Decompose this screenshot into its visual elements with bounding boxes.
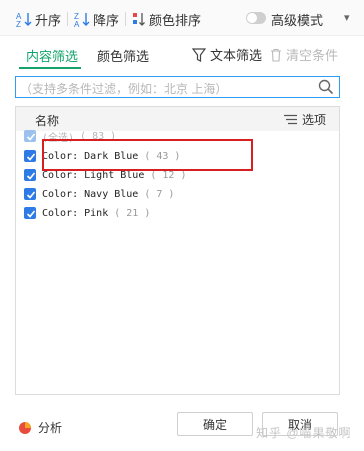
- list-item[interactable]: Color: Pink ( 21 ): [24, 204, 150, 222]
- checkbox[interactable]: [24, 150, 36, 162]
- sort-descending-button[interactable]: Z A 降序: [74, 9, 119, 29]
- advanced-mode-toggle[interactable]: [246, 12, 266, 24]
- ok-button[interactable]: 确定: [177, 412, 253, 436]
- text-filter-label: 文本筛选: [210, 48, 263, 63]
- checkbox[interactable]: [24, 169, 36, 181]
- item-count: ( 21 ): [114, 207, 151, 219]
- toolbar-divider: [125, 12, 126, 26]
- tab-color-filter[interactable]: 颜色筛选: [97, 46, 149, 65]
- funnel-icon: [192, 47, 206, 62]
- sort-descending-icon: Z A: [74, 12, 90, 27]
- item-label: Color: Pink: [42, 207, 109, 219]
- color-sort-label: 颜色排序: [149, 12, 202, 28]
- clear-condition-label: 清空条件: [286, 48, 339, 63]
- sort-ascending-label: 升序: [35, 12, 62, 28]
- checkbox[interactable]: [24, 188, 36, 200]
- search-icon[interactable]: [318, 79, 334, 95]
- clear-condition-button[interactable]: 清空条件: [270, 45, 338, 64]
- analyze-label: 分析: [38, 421, 63, 435]
- active-tab-indicator: [19, 67, 81, 69]
- dialog-footer: 分析 确定 取消 知乎 @喵果敬啊: [0, 402, 364, 451]
- item-label: Color: Light Blue: [42, 169, 145, 181]
- options-button[interactable]: 选项: [284, 111, 326, 128]
- sort-ascending-button[interactable]: A Z 升序: [16, 9, 61, 29]
- chevron-down-icon[interactable]: ▾: [344, 11, 350, 24]
- list-options-icon: [284, 114, 297, 125]
- filter-search-input[interactable]: （支持多条件过滤，例如：北京 上海）: [15, 76, 340, 98]
- svg-text:A: A: [74, 20, 80, 27]
- color-sort-button[interactable]: 颜色排序: [132, 9, 201, 29]
- pie-chart-icon: [19, 421, 31, 434]
- search-placeholder: （支持多条件过滤，例如：北京 上海）: [20, 82, 228, 96]
- options-label: 选项: [302, 113, 327, 127]
- watermark: 知乎 @喵果敬啊: [256, 426, 352, 440]
- color-sort-icon: [133, 13, 145, 26]
- highlight-annotation-box: [42, 139, 253, 171]
- sort-ascending-icon: A Z: [16, 12, 32, 27]
- checkbox[interactable]: [24, 207, 36, 219]
- analyze-button[interactable]: 分析: [18, 419, 62, 436]
- text-filter-button[interactable]: 文本筛选: [192, 45, 262, 64]
- toolbar-divider: [67, 12, 68, 26]
- list-item[interactable]: Color: Navy Blue ( 7 ): [24, 185, 174, 203]
- sort-descending-label: 降序: [93, 12, 120, 28]
- checkbox[interactable]: [24, 130, 36, 142]
- advanced-mode-label: 高级模式: [271, 13, 324, 28]
- sort-toolbar: A Z 升序 Z A 降序 颜色排序 高级模式 ▾: [0, 0, 364, 36]
- item-count: ( 7 ): [144, 188, 175, 200]
- svg-text:Z: Z: [16, 20, 21, 27]
- trash-icon: [271, 48, 281, 62]
- item-label: Color: Navy Blue: [42, 188, 139, 200]
- item-count: ( 12 ): [150, 169, 187, 181]
- tab-content-filter[interactable]: 内容筛选: [26, 46, 78, 65]
